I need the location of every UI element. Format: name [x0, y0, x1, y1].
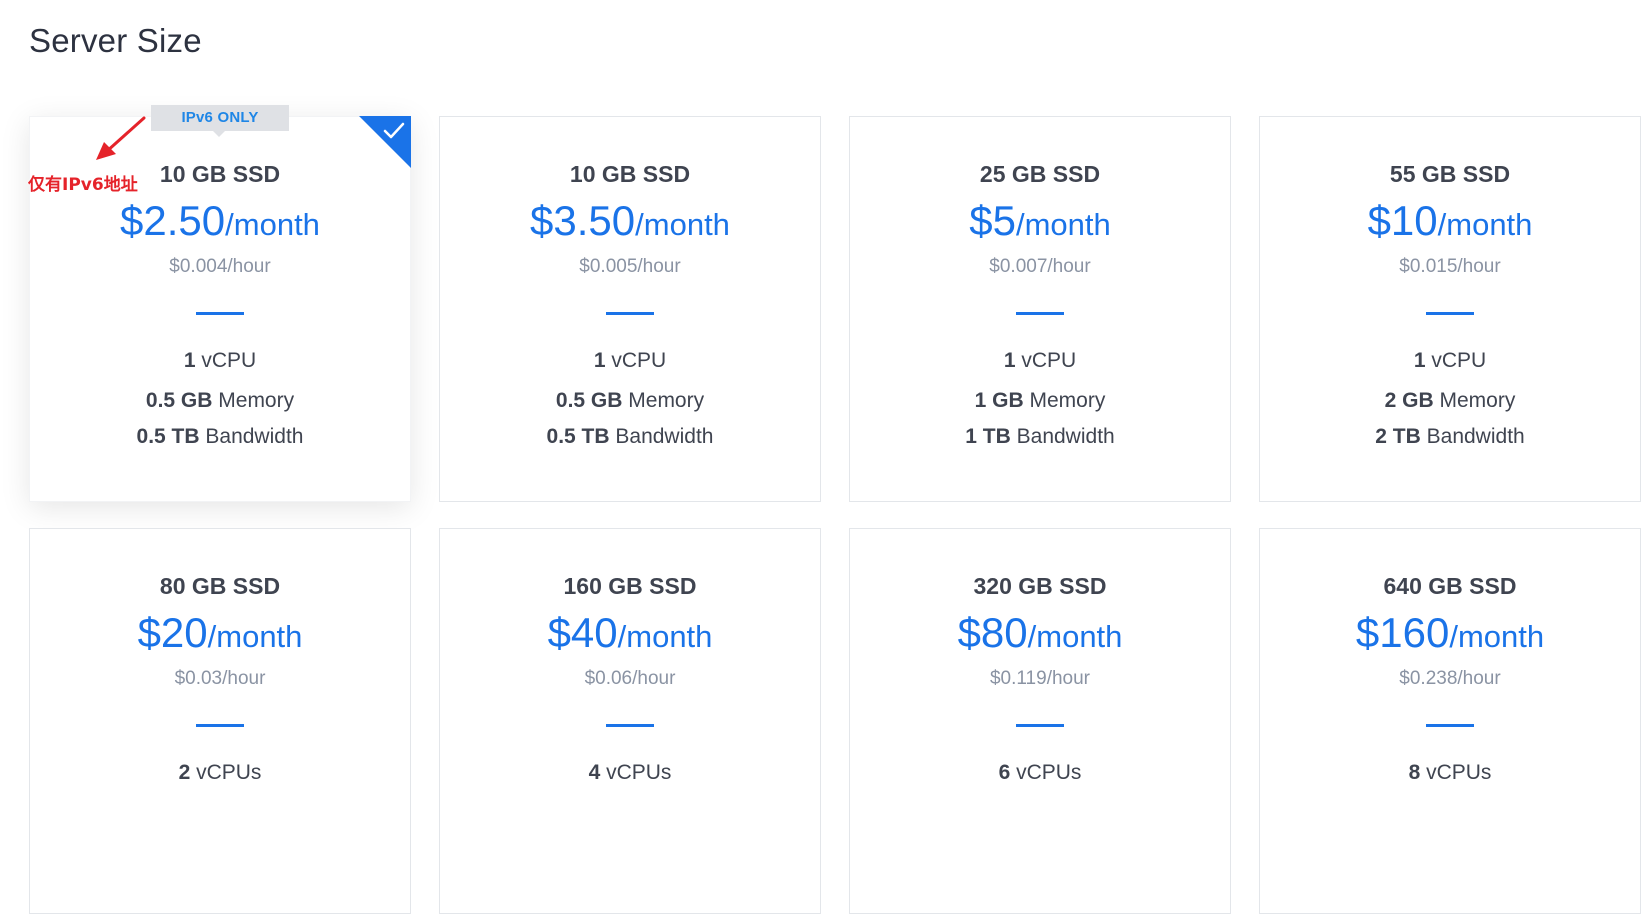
plan-price-unit: /month [1027, 619, 1123, 654]
plan-price-unit: /month [1449, 619, 1545, 654]
plan-disk: 25 GB SSD [979, 161, 1101, 187]
page-title: Server Size [29, 22, 202, 59]
plan-price-amount: $3.50 [530, 197, 636, 244]
plan-price-amount: $10 [1367, 197, 1438, 244]
plan-card[interactable]: 320 GB SSD $80/month $0.119/hour 6 vCPUs [849, 528, 1231, 914]
plan-memory: 0.5 GB Memory [145, 389, 295, 412]
plan-price-unit: /month [617, 619, 713, 654]
plan-hourly-price: $0.005/hour [579, 256, 681, 277]
plan-price-unit: /month [1015, 207, 1111, 242]
plan-hourly-price: $0.03/hour [174, 668, 266, 689]
plan-price: $20/month [30, 612, 410, 654]
check-icon [383, 122, 405, 139]
plan-hourly-price: $0.015/hour [1399, 256, 1501, 277]
plan-disk: 80 GB SSD [159, 573, 281, 599]
plan-divider [1016, 724, 1064, 727]
plan-card[interactable]: 25 GB SSD $5/month $0.007/hour 1 vCPU 1 … [849, 116, 1231, 502]
plan-price-amount: $80 [957, 609, 1028, 656]
plan-bandwidth: 1 TB Bandwidth [965, 425, 1115, 448]
plan-card[interactable]: 80 GB SSD $20/month $0.03/hour 2 vCPUs [29, 528, 411, 914]
plan-card[interactable]: 160 GB SSD $40/month $0.06/hour 4 vCPUs [439, 528, 821, 914]
server-size-grid: IPv6 ONLY 10 GB SSD $2.50/month $0.004/h… [29, 105, 1641, 914]
plan-price-unit: /month [225, 207, 320, 242]
plan-cpu: 1 vCPU [593, 349, 667, 372]
plan-price: $2.50/month [30, 200, 410, 242]
plan-cpu: 8 vCPUs [1408, 761, 1492, 784]
annotation-text: 仅有IPv6地址 [28, 175, 138, 195]
plan-price: $40/month [440, 612, 820, 654]
plan-cpu: 4 vCPUs [588, 761, 672, 784]
plan-hourly-price: $0.004/hour [169, 256, 271, 277]
plan-price-unit: /month [207, 619, 303, 654]
plan-disk: 160 GB SSD [563, 573, 697, 599]
plan-cpu: 6 vCPUs [998, 761, 1082, 784]
plan-divider [606, 724, 654, 727]
plan-price-amount: $2.50 [120, 197, 226, 244]
plan-hourly-price: $0.007/hour [989, 256, 1091, 277]
plan-divider [606, 312, 654, 315]
plan-bandwidth: 0.5 TB Bandwidth [136, 425, 304, 448]
plan-disk: 320 GB SSD [973, 573, 1107, 599]
plan-memory: 2 GB Memory [1384, 389, 1516, 412]
plan-price: $5/month [850, 200, 1230, 242]
plan-card[interactable]: 10 GB SSD $3.50/month $0.005/hour 1 vCPU… [439, 116, 821, 502]
selected-check-marker [359, 116, 411, 168]
plan-price-amount: $160 [1355, 609, 1450, 656]
plan-disk: 55 GB SSD [1389, 161, 1511, 187]
plan-price-unit: /month [635, 207, 730, 242]
plan-price: $80/month [850, 612, 1230, 654]
plan-price: $160/month [1260, 612, 1640, 654]
plan-card[interactable]: 55 GB SSD $10/month $0.015/hour 1 vCPU 2… [1259, 116, 1641, 502]
plan-cpu: 1 vCPU [183, 349, 257, 372]
plan-hourly-price: $0.119/hour [989, 668, 1090, 689]
plan-price-amount: $20 [137, 609, 208, 656]
plan-card[interactable]: 640 GB SSD $160/month $0.238/hour 8 vCPU… [1259, 528, 1641, 914]
plan-price: $10/month [1260, 200, 1640, 242]
plan-divider [1016, 312, 1064, 315]
plan-hourly-price: $0.238/hour [1399, 668, 1501, 689]
plan-divider [196, 312, 244, 315]
plan-hourly-price: $0.06/hour [584, 668, 676, 689]
plan-price-amount: $5 [969, 197, 1016, 244]
plan-memory: 0.5 GB Memory [555, 389, 705, 412]
plan-divider [196, 724, 244, 727]
plan-divider [1426, 724, 1474, 727]
plan-price-amount: $40 [547, 609, 618, 656]
plan-memory: 1 GB Memory [974, 389, 1106, 412]
plan-cpu: 1 vCPU [1413, 349, 1487, 372]
plan-divider [1426, 312, 1474, 315]
plan-cpu: 1 vCPU [1003, 349, 1077, 372]
plan-price: $3.50/month [440, 200, 820, 242]
plan-disk: 10 GB SSD [569, 161, 691, 187]
plan-bandwidth: 2 TB Bandwidth [1375, 425, 1525, 448]
ipv6-only-badge: IPv6 ONLY [151, 105, 289, 137]
plan-cpu: 2 vCPUs [178, 761, 262, 784]
plan-price-unit: /month [1437, 207, 1533, 242]
annotation-arrow-icon [96, 116, 146, 160]
plan-disk: 640 GB SSD [1383, 573, 1517, 599]
plan-bandwidth: 0.5 TB Bandwidth [546, 425, 714, 448]
